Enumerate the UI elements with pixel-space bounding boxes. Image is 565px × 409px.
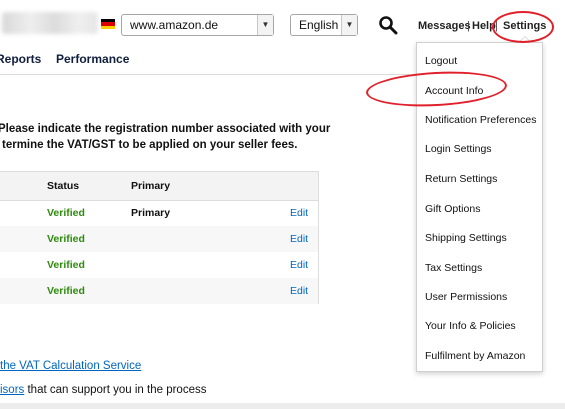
status-badge: Verified bbox=[47, 285, 85, 297]
menu-item-login-settings[interactable]: Login Settings bbox=[425, 143, 492, 155]
top-bar: www.amazon.de ▼ English ▼ Messages | Hel… bbox=[0, 0, 565, 48]
table-row: Verified Edit bbox=[0, 226, 318, 252]
chevron-down-icon: ▼ bbox=[257, 15, 273, 35]
edit-link[interactable]: Edit bbox=[290, 233, 308, 245]
tab-performance[interactable]: Performance bbox=[56, 52, 129, 66]
status-badge: Verified bbox=[47, 207, 85, 219]
menu-item-gift-options[interactable]: Gift Options bbox=[425, 203, 480, 215]
language-value: English bbox=[299, 18, 339, 32]
language-select[interactable]: English ▼ bbox=[290, 14, 358, 36]
edit-link[interactable]: Edit bbox=[290, 207, 308, 219]
blurred-seller-name bbox=[2, 12, 98, 34]
menu-item-return-settings[interactable]: Return Settings bbox=[425, 173, 497, 185]
menu-item-your-info-policies[interactable]: Your Info & Policies bbox=[425, 320, 516, 332]
advisors-text: that can support you in the process bbox=[24, 384, 207, 396]
messages-link[interactable]: Messages bbox=[418, 20, 471, 32]
menu-item-user-permissions[interactable]: User Permissions bbox=[425, 291, 507, 303]
edit-link[interactable]: Edit bbox=[290, 259, 308, 271]
menu-item-logout[interactable]: Logout bbox=[425, 55, 457, 67]
column-header-status: Status bbox=[47, 180, 80, 192]
table-header: Status Primary bbox=[0, 172, 318, 201]
menu-item-fulfilment-by-amazon[interactable]: Fulfilment by Amazon bbox=[425, 350, 525, 362]
table-row: Verified Primary Edit bbox=[0, 200, 318, 226]
menu-item-notification-preferences[interactable]: Notification Preferences bbox=[425, 114, 536, 126]
chevron-down-icon: ▼ bbox=[341, 15, 357, 35]
menu-item-tax-settings[interactable]: Tax Settings bbox=[425, 262, 482, 274]
registration-table: Status Primary Verified Primary Edit Ver… bbox=[0, 171, 319, 304]
table-row: Verified Edit bbox=[0, 278, 318, 304]
germany-flag-icon bbox=[101, 19, 115, 29]
marketplace-value: www.amazon.de bbox=[130, 18, 219, 32]
column-header-primary: Primary bbox=[131, 180, 171, 192]
bottom-edge bbox=[0, 403, 565, 409]
instruction-line: Please indicate the registration number … bbox=[0, 123, 331, 135]
vat-instructions: Please indicate the registration number … bbox=[0, 122, 410, 153]
edit-link[interactable]: Edit bbox=[290, 285, 308, 297]
primary-label: Primary bbox=[131, 207, 171, 219]
nav-separator: | bbox=[467, 20, 470, 32]
table-row: Verified Edit bbox=[0, 252, 318, 278]
settings-highlight-circle bbox=[492, 11, 554, 43]
nav-tabs: Reports Performance bbox=[0, 48, 410, 75]
instruction-line: termine the VAT/GST to be applied on you… bbox=[2, 138, 298, 151]
vat-calculation-service-link[interactable]: the VAT Calculation Service bbox=[0, 360, 141, 372]
menu-item-shipping-settings[interactable]: Shipping Settings bbox=[425, 232, 507, 244]
status-badge: Verified bbox=[47, 233, 85, 245]
tax-advisors-link[interactable]: isors bbox=[0, 384, 24, 396]
marketplace-select[interactable]: www.amazon.de ▼ bbox=[121, 14, 274, 36]
advisors-line: isors that can support you in the proces… bbox=[0, 384, 206, 396]
search-icon[interactable] bbox=[378, 15, 398, 35]
status-badge: Verified bbox=[47, 259, 85, 271]
tab-reports[interactable]: Reports bbox=[0, 52, 41, 66]
